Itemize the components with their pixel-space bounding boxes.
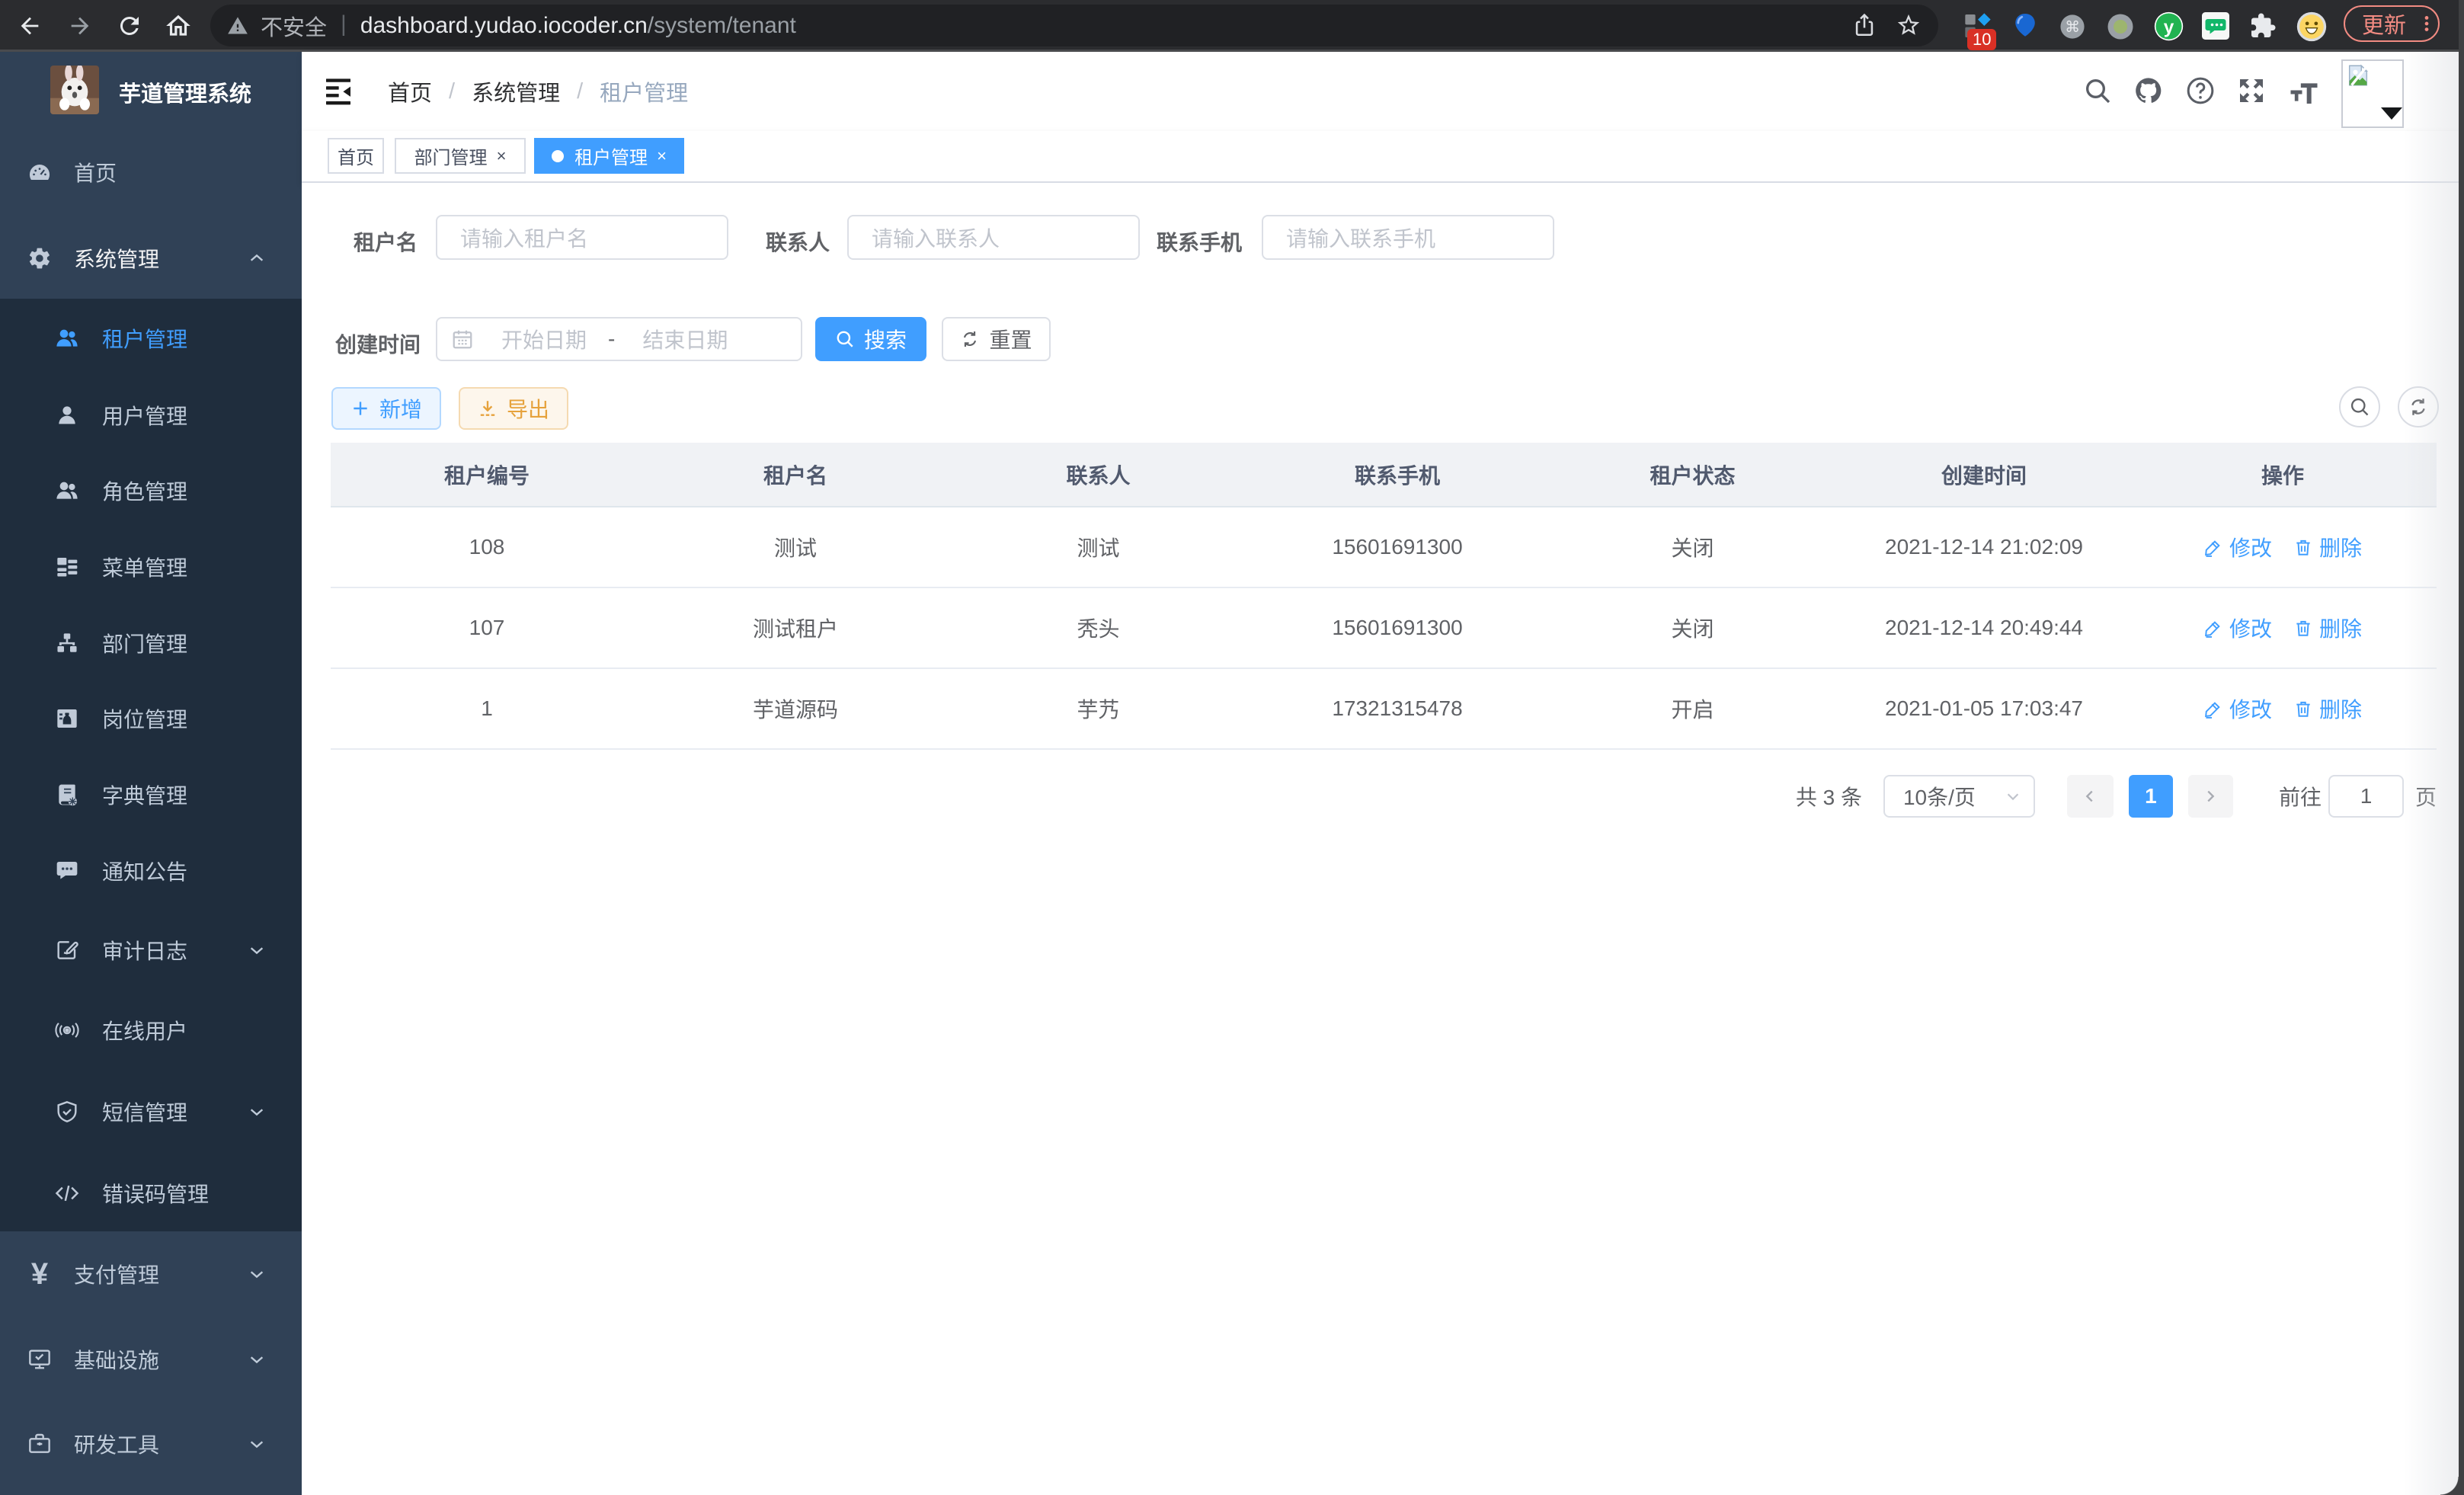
- svg-text:⌘: ⌘: [2065, 19, 2080, 36]
- svg-text:y: y: [2164, 17, 2174, 37]
